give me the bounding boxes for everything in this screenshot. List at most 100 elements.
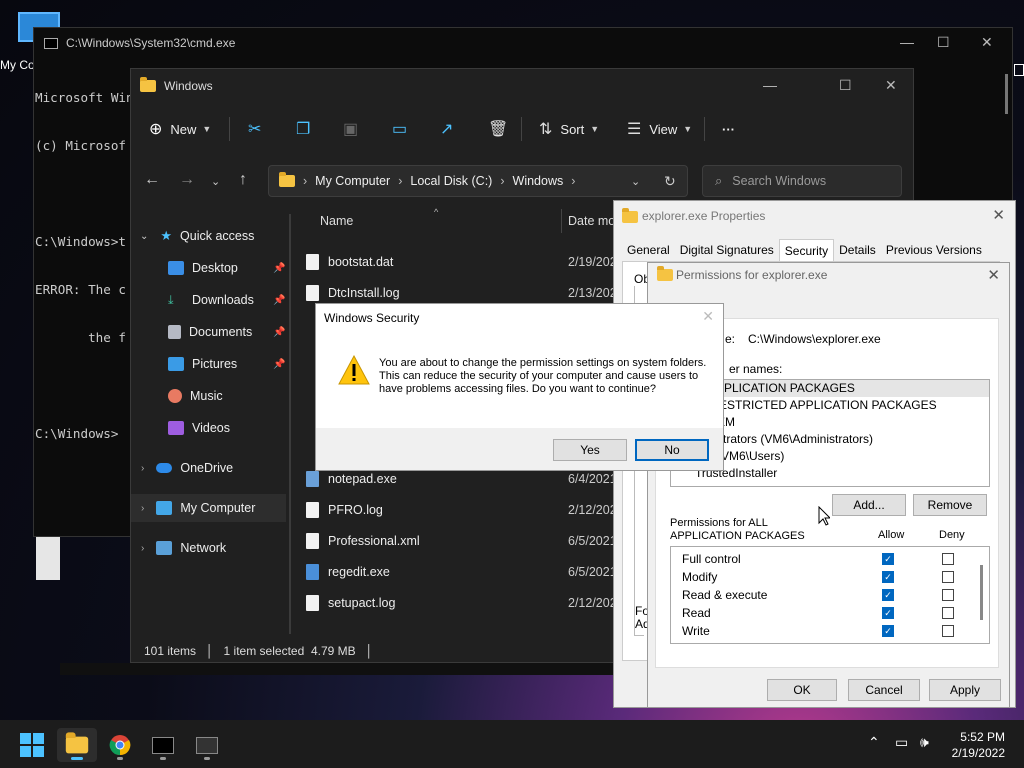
taskbar-chrome[interactable] xyxy=(100,728,140,762)
no-button[interactable]: No xyxy=(635,439,709,461)
clock-date: 2/19/2022 xyxy=(951,746,1005,760)
file-icon xyxy=(306,533,319,549)
tab-digital-signatures[interactable]: Digital Signatures xyxy=(675,239,779,262)
permissions-grid[interactable]: Full control ✓ Modify ✓ Read & execute ✓… xyxy=(670,546,990,644)
speaker-icon[interactable]: 🕪 xyxy=(920,734,929,751)
minimize-icon[interactable]: — xyxy=(763,77,777,93)
yes-button[interactable]: Yes xyxy=(553,439,627,461)
close-icon[interactable]: ✕ xyxy=(992,206,1005,224)
add-button[interactable]: Add... xyxy=(832,494,906,516)
share-button[interactable]: ↗ xyxy=(440,115,461,143)
sidebar-scrollbar[interactable] xyxy=(289,214,291,634)
maximize-icon[interactable]: ☐ xyxy=(937,34,950,51)
tab-previous-versions[interactable]: Previous Versions xyxy=(881,239,987,262)
computer-icon xyxy=(156,501,173,515)
cmd-scrollbar[interactable] xyxy=(1005,74,1008,114)
breadcrumb-item[interactable]: Local Disk (C:) xyxy=(410,174,492,188)
address-bar[interactable]: › My Computer › Local Disk (C:) › Window… xyxy=(268,165,688,197)
rename-button[interactable]: ▭ xyxy=(392,115,415,143)
sort-button[interactable]: ⇅ Sort ▼ xyxy=(539,115,599,143)
pin-icon[interactable]: 📌 xyxy=(273,327,285,338)
allow-checkbox[interactable]: ✓ xyxy=(882,571,894,583)
file-name: Professional.xml xyxy=(328,534,420,548)
recent-locations-icon[interactable]: ⌄ xyxy=(211,175,220,188)
taskbar-cmd[interactable] xyxy=(143,728,183,762)
sidebar-item-pictures[interactable]: Pictures 📌 xyxy=(131,350,286,378)
breadcrumb-item[interactable]: My Computer xyxy=(315,174,390,188)
new-button[interactable]: ⊕ New ▼ xyxy=(149,115,211,143)
start-button[interactable] xyxy=(12,728,52,762)
forward-icon[interactable]: → xyxy=(179,171,195,189)
close-icon[interactable]: ✕ xyxy=(885,77,897,94)
column-header-name[interactable]: Name xyxy=(320,214,353,228)
back-icon[interactable]: ← xyxy=(144,171,160,189)
permission-name: Read & execute xyxy=(682,588,768,602)
sidebar-item-network[interactable]: › Network xyxy=(131,534,286,562)
sidebar-item-quick-access[interactable]: ⌄ ★ Quick access xyxy=(131,222,286,250)
sidebar-label: Pictures xyxy=(192,357,238,371)
scissors-icon: ✂ xyxy=(248,121,262,138)
trash-icon: 🗑 xyxy=(488,121,509,138)
tab-general[interactable]: General xyxy=(622,239,675,262)
remove-button[interactable]: Remove xyxy=(913,494,987,516)
search-input[interactable]: ⌕ Search Windows xyxy=(702,165,902,197)
explorer-titlebar[interactable]: Windows xyxy=(131,69,913,103)
allow-checkbox[interactable]: ✓ xyxy=(882,607,894,619)
windows-security-dialog[interactable]: Windows Security ✕ You are about to chan… xyxy=(315,303,724,471)
network-icon[interactable]: ▭ xyxy=(895,734,908,751)
close-icon[interactable]: ✕ xyxy=(987,266,1000,284)
allow-checkbox[interactable]: ✓ xyxy=(882,589,894,601)
pin-icon[interactable]: 📌 xyxy=(273,263,285,274)
allow-checkbox[interactable]: ✓ xyxy=(882,553,894,565)
ok-button[interactable]: OK xyxy=(767,679,837,701)
sort-icon: ⇅ xyxy=(539,121,553,138)
sidebar-item-music[interactable]: Music xyxy=(131,382,286,410)
tab-security[interactable]: Security xyxy=(778,239,835,262)
more-options-button[interactable]: ··· xyxy=(722,115,735,143)
deny-checkbox[interactable] xyxy=(942,553,954,565)
close-icon[interactable]: ✕ xyxy=(981,34,993,51)
apply-button[interactable]: Apply xyxy=(929,679,1001,701)
permissions-scrollbar[interactable] xyxy=(980,565,983,620)
folder-icon xyxy=(140,77,156,92)
column-header-date[interactable]: Date mo xyxy=(568,214,615,228)
maximize-icon[interactable]: ☐ xyxy=(839,77,852,94)
sidebar-item-documents[interactable]: Documents 📌 xyxy=(131,318,286,346)
sidebar-item-desktop[interactable]: Desktop 📌 xyxy=(131,254,286,282)
paste-button[interactable]: ▣ xyxy=(343,115,366,143)
clock[interactable]: 5:52 PM 2/19/2022 xyxy=(952,729,1005,761)
plus-icon: ⊕ xyxy=(149,121,163,138)
sidebar-item-videos[interactable]: Videos xyxy=(131,414,286,442)
sidebar-item-onedrive[interactable]: › OneDrive xyxy=(131,454,286,482)
cut-button[interactable]: ✂ xyxy=(248,115,269,143)
delete-button[interactable]: 🗑 xyxy=(488,115,516,143)
refresh-icon[interactable]: ↻ xyxy=(664,173,676,190)
pin-icon[interactable]: 📌 xyxy=(273,295,285,306)
music-icon xyxy=(168,389,182,403)
chevron-down-icon[interactable]: ⌄ xyxy=(631,175,640,188)
cmd-titlebar[interactable]: C:\Windows\System32\cmd.exe xyxy=(34,28,1012,58)
deny-checkbox[interactable] xyxy=(942,625,954,637)
breadcrumb-item[interactable]: Windows xyxy=(513,174,564,188)
tab-details[interactable]: Details xyxy=(834,239,881,262)
chevron-up-icon[interactable]: ⌃ xyxy=(868,734,880,751)
view-button[interactable]: ☰ View ▼ xyxy=(627,115,692,143)
taskbar-explorer[interactable] xyxy=(57,728,97,762)
sidebar-item-downloads[interactable]: ⤓ Downloads 📌 xyxy=(131,286,286,314)
copy-button[interactable]: ❐ xyxy=(296,115,318,143)
cancel-button[interactable]: Cancel xyxy=(848,679,920,701)
close-icon[interactable]: ✕ xyxy=(702,308,714,325)
deny-checkbox[interactable] xyxy=(942,589,954,601)
up-icon[interactable]: ↑ xyxy=(239,171,247,189)
deny-checkbox[interactable] xyxy=(942,607,954,619)
file-name: setupact.log xyxy=(328,596,396,610)
allow-checkbox[interactable]: ✓ xyxy=(882,625,894,637)
file-name: notepad.exe xyxy=(328,472,397,486)
deny-checkbox[interactable] xyxy=(942,571,954,583)
status-item-count: 101 items xyxy=(144,644,197,658)
taskbar-terminal[interactable] xyxy=(187,728,227,762)
pin-icon[interactable]: 📌 xyxy=(273,359,285,370)
minimize-icon[interactable]: — xyxy=(900,34,914,50)
chevron-down-icon: ▼ xyxy=(202,124,212,134)
sidebar-item-my-computer[interactable]: › My Computer xyxy=(131,494,286,522)
